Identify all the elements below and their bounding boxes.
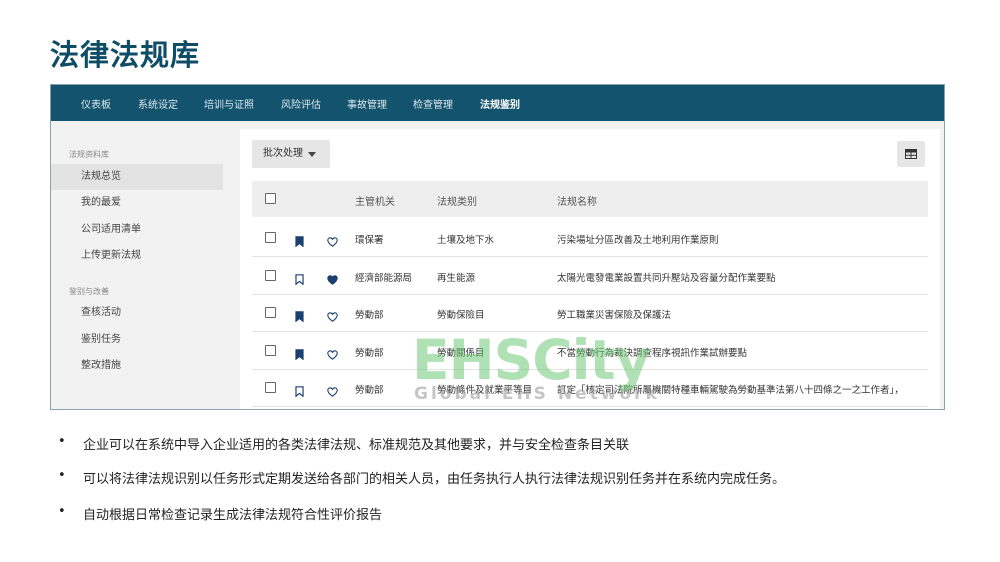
bookmark-filled-icon[interactable] xyxy=(295,232,304,251)
header-authority: 主管机关 xyxy=(355,197,395,208)
row-checkbox[interactable] xyxy=(265,269,276,281)
nav-item-system-settings[interactable]: 系统设定 xyxy=(138,96,178,111)
sidebar-item-favorites[interactable]: 我的最爱 xyxy=(51,190,223,216)
nav-item-incident[interactable]: 事故管理 xyxy=(347,96,387,111)
nav-item-dashboard[interactable]: 仪表板 xyxy=(81,96,111,111)
table-row[interactable]: 勞動部 勞動關係目 不當勞動行為裁決調查程序視訊作業試辦要點 xyxy=(252,332,928,370)
bookmark-filled-icon[interactable] xyxy=(295,345,304,364)
table-row[interactable]: 勞動部 勞動條件及就業平等目 訂定「核定司法院所屬機關特種車輛駕駛為勞動基準法第八十… xyxy=(252,369,928,407)
batch-action-label: 批次处理 xyxy=(263,148,303,159)
table-view-icon xyxy=(905,149,917,159)
bookmark-outline-icon[interactable] xyxy=(295,270,304,289)
cell-name: 訂定「核定司法院所屬機關特種車輛駕駛為勞動基準法第八十四條之一之工作者」， xyxy=(557,385,904,396)
sidebar-item-applicable-list[interactable]: 公司适用清单 xyxy=(51,217,223,243)
cell-name: 勞工職業災害保險及保護法 xyxy=(557,310,672,321)
nav-item-training[interactable]: 培训与证照 xyxy=(204,96,254,111)
cell-category: 土壤及地下水 xyxy=(437,235,495,246)
cell-name: 不當勞動行為裁決調查程序視訊作業試辦要點 xyxy=(557,347,748,359)
sidebar-item-tasks[interactable]: 鉴别任务 xyxy=(51,327,223,353)
cell-authority: 環保署 xyxy=(355,235,384,246)
app-screenshot: 仪表板 系统设定 培训与证照 风险评估 事故管理 检查管理 法规鉴别 法规资料库… xyxy=(50,84,945,410)
sidebar-item-audit[interactable]: 查核活动 xyxy=(51,300,223,326)
cell-name: 污染場址分區改善及土地利用作業原則 xyxy=(557,235,719,246)
row-checkbox[interactable] xyxy=(265,344,276,356)
row-checkbox[interactable] xyxy=(265,307,276,318)
header-name: 法规名称 xyxy=(557,197,597,208)
table-header: 主管机关 法规类别 法规名称 xyxy=(252,181,928,217)
cell-category: 勞動條件及就業平等目 xyxy=(437,385,533,396)
bookmark-outline-icon[interactable] xyxy=(295,382,304,401)
table-row[interactable]: 環保署 土壤及地下水 污染場址分區改善及土地利用作業原則 xyxy=(252,219,928,257)
caret-down-icon xyxy=(308,152,316,157)
heart-outline-icon[interactable] xyxy=(327,232,338,251)
slide-title: 法律法规库 xyxy=(50,38,201,72)
bullet-text: 企业可以在系统中导入企业适用的各类法律法规、标准规范及其他要求，并与安全检查条目… xyxy=(83,438,630,453)
row-checkbox[interactable] xyxy=(265,232,276,243)
bullet-dot: • xyxy=(58,468,66,483)
table-row[interactable]: 經濟部能源局 再生能源 太陽光電發電業設置共同升壓站及容量分配作業要點 xyxy=(252,257,928,295)
sidebar-item-upload[interactable]: 上传更新法规 xyxy=(51,243,223,269)
top-nav: 仪表板 系统设定 培训与证照 风险评估 事故管理 检查管理 法规鉴别 xyxy=(51,85,944,121)
nav-item-regulations[interactable]: 法规鉴别 xyxy=(480,96,520,111)
bookmark-filled-icon[interactable] xyxy=(295,307,304,326)
bullet-dot: • xyxy=(58,504,66,519)
main-content: 批次处理 主管机关 法规类别 法规名称 環保署 土壤及地下水 污染場址分區改善及土地… xyxy=(240,129,940,409)
cell-authority: 勞動部 xyxy=(355,385,384,396)
heart-filled-icon[interactable] xyxy=(327,270,338,289)
table-row[interactable]: 勞動部 勞動保險目 勞工職業災害保險及保護法 xyxy=(252,294,928,332)
nav-item-inspection[interactable]: 检查管理 xyxy=(413,96,453,111)
bullet-dot: • xyxy=(58,434,66,449)
cell-category: 再生能源 xyxy=(437,272,476,284)
cell-authority: 經濟部能源局 xyxy=(355,272,413,284)
table-view-button[interactable] xyxy=(897,141,925,167)
cell-authority: 勞動部 xyxy=(355,310,384,321)
select-all-checkbox[interactable] xyxy=(265,193,276,204)
heart-outline-icon[interactable] xyxy=(327,382,338,401)
nav-item-risk[interactable]: 风险评估 xyxy=(281,96,321,111)
cell-authority: 勞動部 xyxy=(355,347,384,359)
header-category: 法规类别 xyxy=(437,197,477,208)
row-checkbox[interactable] xyxy=(265,382,276,393)
sidebar-group-library: 法规资料库 xyxy=(69,150,109,159)
heart-outline-icon[interactable] xyxy=(327,345,338,364)
sidebar-item-corrective[interactable]: 整改措施 xyxy=(51,353,223,379)
batch-action-button[interactable]: 批次处理 xyxy=(252,140,330,168)
sidebar-item-overview[interactable]: 法规总览 xyxy=(51,164,223,190)
sidebar: 法规资料库 法规总览 我的最爱 公司适用清单 上传更新法规 鉴别与改善 查核活动… xyxy=(51,121,237,409)
bullet-text: 自动根据日常检查记录生成法律法规符合性评价报告 xyxy=(83,508,383,523)
heart-outline-icon[interactable] xyxy=(327,307,338,326)
cell-category: 勞動保險目 xyxy=(437,310,485,321)
cell-name: 太陽光電發電業設置共同升壓站及容量分配作業要點 xyxy=(557,272,776,284)
cell-category: 勞動關係目 xyxy=(437,347,485,359)
bullet-text: 可以将法律法规识别以任务形式定期发送给各部门的相关人员，由任务执行人执行法律法规… xyxy=(83,472,786,487)
sidebar-group-identification: 鉴别与改善 xyxy=(69,287,109,296)
